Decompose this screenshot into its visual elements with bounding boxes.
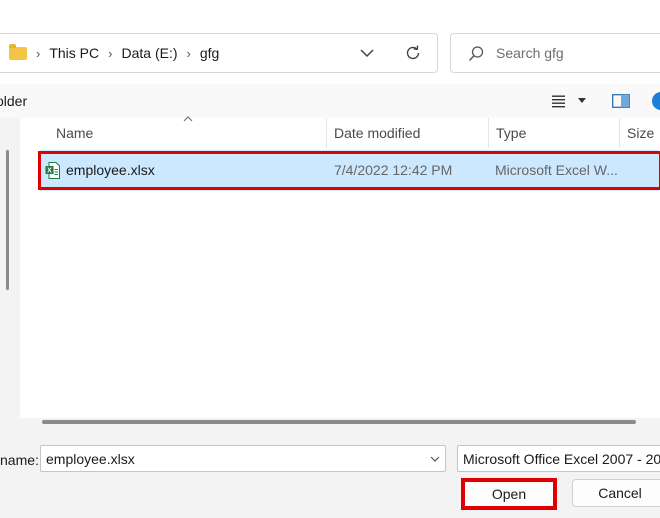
folder-icon xyxy=(9,43,27,60)
column-header-label: Date modified xyxy=(334,125,421,141)
toolbar: older xyxy=(0,84,660,118)
chevron-down-icon[interactable] xyxy=(430,455,440,463)
file-type-select[interactable]: Microsoft Office Excel 2007 - 20 xyxy=(457,445,660,472)
breadcrumb: › This PC › Data (E:) › gfg xyxy=(27,34,219,72)
open-button[interactable]: Open xyxy=(461,478,557,510)
search-box[interactable]: Search gfg xyxy=(450,33,660,73)
cancel-button-label: Cancel xyxy=(598,485,642,501)
file-type-value: Microsoft Office Excel 2007 - 20 xyxy=(463,451,660,467)
new-folder-button[interactable]: older xyxy=(0,93,27,109)
chevron-right-icon: › xyxy=(36,45,41,61)
caret-down-icon[interactable] xyxy=(578,98,586,104)
file-name-label: name: xyxy=(0,452,39,468)
address-bar[interactable]: › This PC › Data (E:) › gfg xyxy=(0,33,438,73)
file-list: Name Date modified Type Size X employee.… xyxy=(20,116,660,430)
chevron-right-icon: › xyxy=(108,45,113,61)
breadcrumb-gfg[interactable]: gfg xyxy=(200,45,219,61)
dialog-footer xyxy=(0,430,660,518)
file-name-field[interactable]: employee.xlsx xyxy=(40,445,446,472)
cancel-button[interactable]: Cancel xyxy=(572,479,660,507)
navigation-pane xyxy=(0,118,20,430)
file-name-value: employee.xlsx xyxy=(46,451,135,467)
help-icon[interactable] xyxy=(652,92,660,110)
column-header-size[interactable]: Size xyxy=(619,118,660,148)
open-button-label: Open xyxy=(491,486,527,502)
refresh-icon[interactable] xyxy=(403,43,423,63)
column-header-name[interactable]: Name xyxy=(48,118,326,148)
column-header-label: Size xyxy=(627,125,655,141)
chevron-right-icon: › xyxy=(186,45,191,61)
chevron-down-icon[interactable] xyxy=(357,43,377,63)
column-header-label: Type xyxy=(496,125,527,141)
search-icon xyxy=(468,46,484,61)
horizontal-scroll-thumb[interactable] xyxy=(42,420,636,424)
breadcrumb-this-pc[interactable]: This PC xyxy=(49,45,99,61)
search-input[interactable]: Search gfg xyxy=(496,45,564,61)
selection-highlight-box xyxy=(38,151,660,190)
column-header-label: Name xyxy=(56,125,94,141)
column-header-type[interactable]: Type xyxy=(488,118,619,148)
preview-pane-icon[interactable] xyxy=(612,94,630,108)
view-list-icon[interactable] xyxy=(552,95,568,109)
column-header-date-modified[interactable]: Date modified xyxy=(326,118,488,148)
breadcrumb-data-drive[interactable]: Data (E:) xyxy=(121,45,177,61)
nav-scrollbar[interactable] xyxy=(6,150,9,290)
